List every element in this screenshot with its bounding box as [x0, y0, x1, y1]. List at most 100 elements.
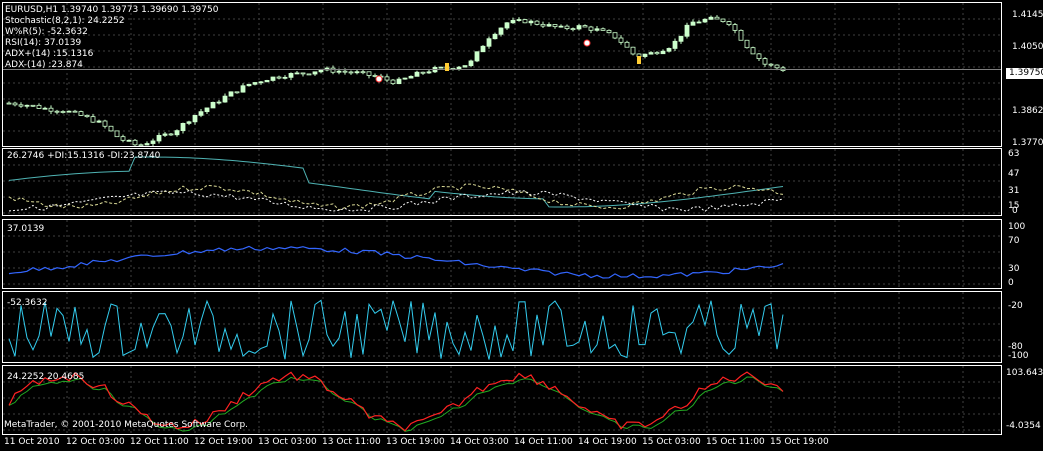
- candle-body: [162, 133, 168, 136]
- candle-body: [114, 130, 120, 138]
- candle-body: [270, 76, 276, 81]
- time-label: 14 Oct 19:00: [578, 437, 637, 447]
- candle-body: [96, 120, 102, 123]
- candle-body: [294, 72, 300, 75]
- candle-body: [18, 104, 24, 107]
- candle-body: [606, 29, 612, 34]
- candle-body: [594, 28, 600, 31]
- candle-body: [414, 71, 420, 77]
- candle-body: [282, 76, 288, 79]
- rsi-chart: [3, 220, 1001, 288]
- rsi-label: 37.0139: [7, 224, 45, 234]
- price-scale-2: 1.40500: [1012, 42, 1043, 52]
- candle-body: [492, 33, 498, 40]
- candle-body: [708, 16, 714, 20]
- candle-body: [360, 71, 366, 74]
- candle-body: [666, 48, 672, 52]
- candle-body: [576, 25, 582, 30]
- candle-body: [672, 40, 678, 49]
- candle-body: [12, 102, 18, 106]
- candle-body: [144, 143, 150, 146]
- candle-body: [744, 39, 750, 49]
- candle-body: [336, 70, 342, 73]
- time-label: 14 Oct 03:00: [450, 437, 509, 447]
- candle-body: [228, 91, 234, 97]
- candle-body: [678, 35, 684, 42]
- candle-body: [6, 102, 12, 105]
- candle-body: [186, 121, 192, 124]
- candle-body: [30, 104, 36, 107]
- candle-body: [474, 51, 480, 62]
- rsi-line: [8, 245, 784, 279]
- copyright-text: MetaTrader, © 2001-2010 MetaQuotes Softw…: [4, 420, 249, 430]
- candle-body: [66, 110, 72, 113]
- candle-body: [618, 37, 624, 43]
- price-scale-1: 1.41450: [1012, 10, 1043, 20]
- stoch-scale-1: 103.6430: [1006, 368, 1043, 378]
- time-label: 13 Oct 03:00: [258, 437, 317, 447]
- candle-body: [36, 104, 42, 109]
- time-label: 15 Oct 03:00: [642, 437, 701, 447]
- signal-marker: [375, 75, 383, 83]
- candle-body: [642, 53, 648, 57]
- wpr-scale-1: -20: [1008, 301, 1023, 311]
- candle-body: [90, 116, 96, 123]
- signal-marker: [445, 63, 449, 71]
- candle-body: [300, 72, 306, 75]
- stoch-scale-2: -4.0354: [1006, 421, 1041, 431]
- candle-body: [222, 95, 228, 103]
- time-label: 12 Oct 03:00: [66, 437, 125, 447]
- time-label: 13 Oct 19:00: [386, 437, 445, 447]
- candle-body: [624, 41, 630, 48]
- price-scale-5: 1.37700: [1012, 138, 1043, 148]
- candle-body: [240, 85, 246, 93]
- candle-body: [288, 73, 294, 78]
- candle-body: [522, 19, 528, 24]
- candle-body: [486, 38, 492, 47]
- wpr-label: -52.3632: [7, 298, 48, 308]
- candle-body: [180, 123, 186, 132]
- candle-body: [258, 81, 264, 84]
- candle-body: [372, 75, 378, 77]
- price-scale-4: 1.38625: [1012, 106, 1043, 116]
- candle-body: [612, 32, 618, 39]
- candle-body: [756, 53, 762, 60]
- candle-body: [552, 24, 558, 28]
- candle-body: [276, 76, 282, 79]
- candle-body: [132, 139, 138, 146]
- chart-header: EURUSD,H1 1.39740 1.39773 1.39690 1.3975…: [5, 5, 219, 15]
- adx-scale-1: 63: [1008, 149, 1020, 159]
- adx-scale-2: 47: [1008, 169, 1020, 179]
- time-label: 12 Oct 19:00: [194, 437, 253, 447]
- candle-body: [558, 25, 564, 28]
- candle-body: [702, 18, 708, 23]
- time-label: 14 Oct 11:00: [514, 437, 573, 447]
- candle-body: [252, 82, 258, 85]
- candle-body: [498, 27, 504, 35]
- candle-body: [306, 73, 312, 76]
- candle-body: [342, 70, 348, 73]
- candle-body: [660, 50, 666, 55]
- candle-body: [192, 114, 198, 123]
- candle-body: [690, 21, 696, 26]
- candle-body: [48, 107, 54, 112]
- candle-body: [138, 144, 144, 146]
- candle-body: [720, 18, 726, 22]
- wpr-pane[interactable]: -52.3632: [2, 291, 1002, 363]
- adx-pane[interactable]: 26.2746 +DI:15.1316 -DI:23.8740: [2, 148, 1002, 216]
- candle-body: [168, 133, 174, 136]
- candle-body: [396, 78, 402, 85]
- rsi-pane[interactable]: 37.0139: [2, 219, 1002, 289]
- candle-body: [570, 28, 576, 31]
- time-label: 15 Oct 19:00: [770, 437, 829, 447]
- candle-body: [204, 107, 210, 113]
- candle-body: [726, 21, 732, 26]
- candle-body: [366, 71, 372, 76]
- candle-body: [420, 71, 426, 74]
- wpr-line: [8, 299, 784, 360]
- candle-body: [84, 115, 90, 118]
- candle-body: [684, 24, 690, 37]
- legend-adx-minus: ADX-(14) :23.874: [5, 60, 83, 70]
- candle-body: [648, 52, 654, 55]
- price-chart-pane[interactable]: EURUSD,H1 1.39740 1.39773 1.39690 1.3975…: [2, 2, 1002, 147]
